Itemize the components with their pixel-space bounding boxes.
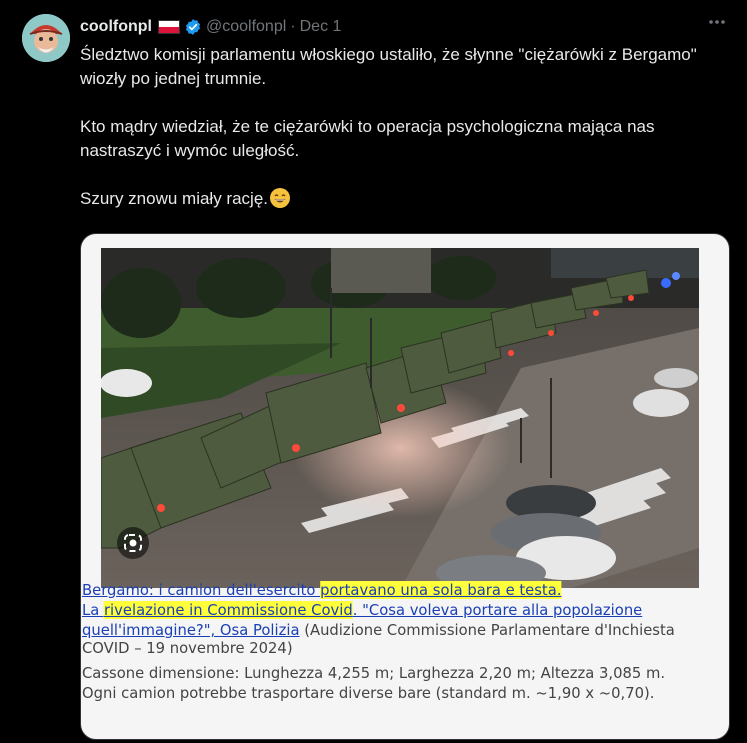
caption-link-3[interactable]: quell'immagine?", Osa Polizia xyxy=(82,621,300,639)
google-lens-icon[interactable] xyxy=(117,527,149,559)
caption-line-5: Cassone dimensione: Lunghezza 4,255 m; L… xyxy=(82,664,666,682)
caption-link-1b[interactable]: portavano una sola bara e testa. xyxy=(320,581,562,599)
post-date[interactable]: Dec 1 xyxy=(300,18,342,36)
verified-badge-icon xyxy=(185,19,201,35)
image-caption: Bergamo: i camion dell'esercito portavan… xyxy=(81,581,722,702)
post-text: Śledztwo komisji parlamentu włoskiego us… xyxy=(80,43,735,211)
military-trucks-photo[interactable] xyxy=(101,248,699,588)
caption-link-2a[interactable]: La xyxy=(82,601,104,619)
caption-link-2b[interactable]: rivelazione in Commissione Covid xyxy=(103,601,353,619)
poland-flag-icon xyxy=(157,20,180,34)
caption-line-6: Ogni camion potrebbe trasportare diverse… xyxy=(82,684,655,702)
avatar-image xyxy=(22,14,70,62)
header-separator: · xyxy=(290,18,296,35)
post-body: Śledztwo komisji parlamentu włoskiego us… xyxy=(80,45,697,208)
caption-link-2c[interactable]: . "Cosa voleva portare alla popolazione xyxy=(353,601,643,619)
post-header: coolfonpl @coolfonpl · Dec 1 xyxy=(80,16,727,38)
caption-link-1[interactable]: Bergamo: i camion dell'esercito xyxy=(82,581,320,599)
more-icon[interactable] xyxy=(707,12,727,32)
caption-line-3: quell'immagine?", Osa Polizia (Audizione… xyxy=(82,622,712,639)
grinning-face-emoji-icon xyxy=(270,188,291,208)
author-name[interactable]: coolfonpl xyxy=(80,18,152,36)
caption-line-2: La rivelazione in Commissione Covid. "Co… xyxy=(82,601,712,619)
caption-line-4: COVID – 19 novembre 2024) xyxy=(82,639,293,657)
author-avatar[interactable] xyxy=(22,14,70,62)
caption-text-3: (Audizione Commissione Parlamentare d'In… xyxy=(299,621,675,639)
caption-line-1: Bergamo: i camion dell'esercito portavan… xyxy=(82,581,712,599)
author-handle[interactable]: @coolfonpl xyxy=(206,18,286,36)
post-media[interactable]: Bergamo: i camion dell'esercito portavan… xyxy=(80,233,730,740)
